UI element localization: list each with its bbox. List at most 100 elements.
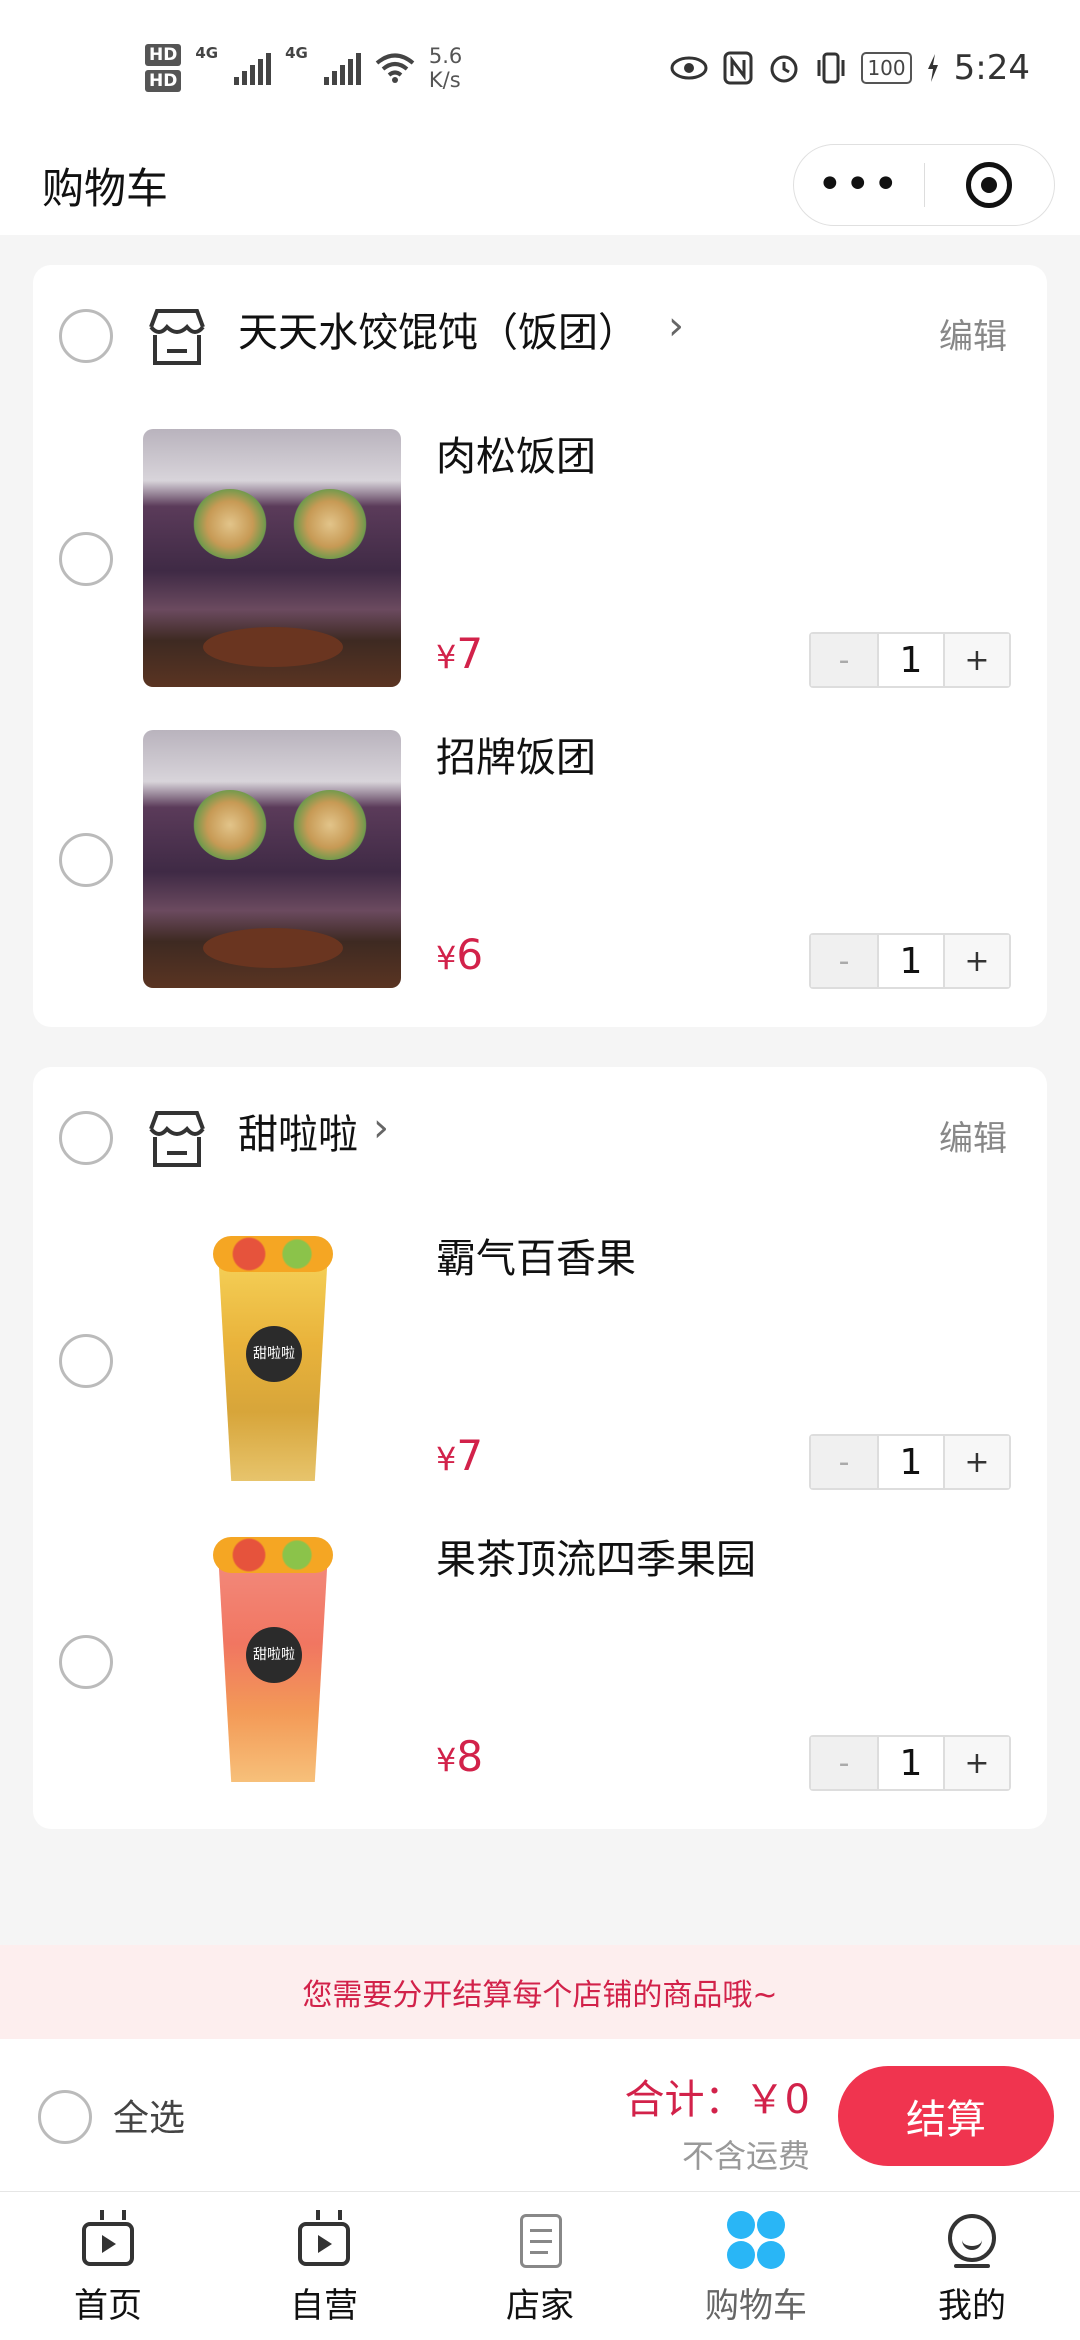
status-left: HD HD 4G 4G 5.6 K/s [145,43,462,92]
hd2-badge: HD [145,69,182,92]
product-name[interactable]: 招牌饭团 [436,730,596,786]
item-select-radio[interactable] [59,1334,113,1388]
product-price: ¥7 [436,629,483,688]
speed-unit: K/s [428,67,461,92]
total-price: 合计：￥0 [624,2077,810,2123]
product-image[interactable]: 甜啦啦 [143,1532,401,1790]
alarm-icon [770,55,798,82]
product-name[interactable]: 果茶顶流四季果园 [436,1532,756,1588]
product-image[interactable] [143,730,401,988]
vibrate-icon [817,52,845,83]
product-name[interactable]: 肉松饭团 [436,429,596,485]
edit-button[interactable]: 编辑 [939,1111,1007,1160]
brand-badge: 甜啦啦 [246,1326,302,1382]
chevron-right-icon[interactable]: › [373,1105,389,1151]
decrease-button[interactable]: - [811,1436,877,1488]
more-button[interactable]: ••• [794,163,924,207]
quantity-stepper: - 1 + [809,933,1011,989]
tab-home[interactable]: 首页 [0,2192,216,2340]
price-value: 7 [456,1431,484,1480]
quantity-stepper: - 1 + [809,632,1011,688]
page-title: 购物车 [42,163,169,213]
tab-label: 我的 [938,2286,1006,2326]
shop-name[interactable]: 天天水饺馄饨（饭团） [238,305,638,361]
checkout-bar: 全选 合计：￥0 不含运费 结算 [0,2039,1080,2191]
shop-select-radio[interactable] [59,309,113,363]
signal2-icon [323,51,361,85]
tv-icon [78,2210,138,2272]
quantity-input[interactable]: 1 [877,634,943,686]
product-image[interactable] [143,429,401,687]
edit-button[interactable]: 编辑 [939,309,1007,358]
tab-label: 购物车 [705,2286,807,2326]
product-price: ¥6 [436,930,483,989]
shop-select-radio[interactable] [59,1111,113,1165]
checkout-button[interactable]: 结算 [838,2066,1054,2166]
increase-button[interactable]: + [943,634,1009,686]
close-miniprogram-button[interactable] [925,162,1055,208]
tv-icon [294,2210,354,2272]
product-name[interactable]: 霸气百香果 [436,1231,636,1287]
miniprogram-capsule: ••• [793,144,1055,226]
quantity-stepper: - 1 + [809,1434,1011,1490]
brand-badge: 甜啦啦 [246,1627,302,1683]
decrease-button[interactable]: - [811,1737,877,1789]
eye-icon [670,56,708,79]
shop-header: 天天水饺馄饨（饭团） › 编辑 [33,265,1047,405]
profile-icon [942,2210,1002,2272]
shop-header: 甜啦啦 › 编辑 [33,1067,1047,1207]
tab-cart[interactable]: 购物车 [648,2192,864,2340]
item-select-radio[interactable] [59,833,113,887]
increase-button[interactable]: + [943,1737,1009,1789]
status-right: 100 5:24 [669,48,1030,88]
nfc-icon [723,51,753,84]
store-icon [149,1111,205,1167]
item-select-radio[interactable] [59,532,113,586]
chevron-right-icon[interactable]: › [668,303,684,349]
tab-label: 店家 [506,2286,574,2326]
select-all-label[interactable]: 全选 [113,2089,185,2141]
checkout-notice: 您需要分开结算每个店铺的商品哦~ [0,1945,1080,2039]
clock: 5:24 [953,47,1030,88]
decrease-button[interactable]: - [811,634,877,686]
product-price: ¥8 [436,1732,483,1791]
network2-label: 4G [285,43,308,62]
nav-bar: 购物车 ••• [0,135,1080,235]
increase-button[interactable]: + [943,1436,1009,1488]
speed-value: 5.6 [428,43,463,68]
quantity-input[interactable]: 1 [877,935,943,987]
tab-merchants[interactable]: 店家 [432,2192,648,2340]
shop-name[interactable]: 甜啦啦 [238,1107,358,1163]
shop-card: 甜啦啦 › 编辑 甜啦啦 霸气百香果 ¥7 - 1 + 甜啦啦 果茶顶流四季果园… [33,1067,1047,1829]
hd-indicators: HD HD [145,43,182,92]
battery-icon: 100 [861,51,912,84]
cart-item: 甜啦啦 果茶顶流四季果园 ¥8 - 1 + [33,1532,1047,1792]
tab-label: 首页 [74,2286,142,2326]
quantity-input[interactable]: 1 [877,1737,943,1789]
price-value: 7 [456,629,484,678]
currency-symbol: ¥ [436,939,457,977]
hd1-badge: HD [145,43,182,66]
item-select-radio[interactable] [59,1635,113,1689]
tab-profile[interactable]: 我的 [864,2192,1080,2340]
increase-button[interactable]: + [943,935,1009,987]
wifi-icon [375,53,415,83]
status-bar: HD HD 4G 4G 5.6 K/s 100 5:24 [0,0,1080,135]
store-icon [149,309,205,365]
quantity-stepper: - 1 + [809,1735,1011,1791]
charging-icon [927,53,938,82]
cart-item: 甜啦啦 霸气百香果 ¥7 - 1 + [33,1231,1047,1491]
network-speed: 5.6 K/s [429,44,462,92]
clover-icon [726,2210,786,2272]
cart-item: 招牌饭团 ¥6 - 1 + [33,730,1047,990]
price-value: 8 [456,1732,484,1781]
currency-symbol: ¥ [436,638,457,676]
tab-self-operated[interactable]: 自营 [216,2192,432,2340]
network1-label: 4G [195,43,219,62]
decrease-button[interactable]: - [811,935,877,987]
product-price: ¥7 [436,1431,483,1490]
select-all-radio[interactable] [38,2090,92,2144]
product-image[interactable]: 甜啦啦 [143,1231,401,1489]
tab-label: 自营 [290,2286,358,2326]
quantity-input[interactable]: 1 [877,1436,943,1488]
